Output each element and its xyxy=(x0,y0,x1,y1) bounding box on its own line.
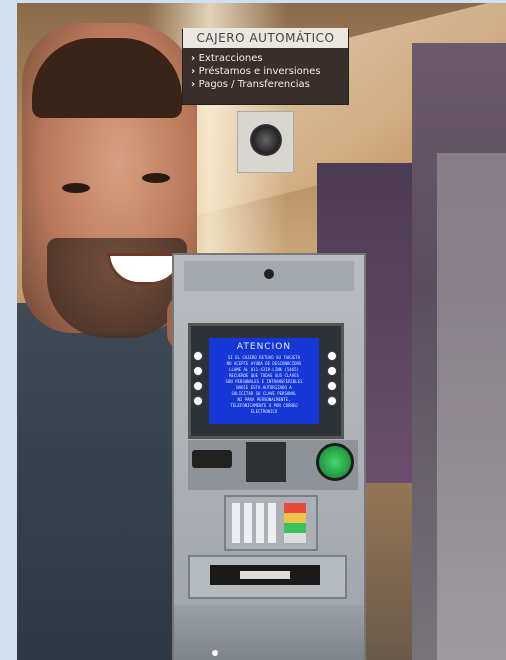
function-button[interactable] xyxy=(193,396,203,406)
sign-item: Préstamos e inversiones xyxy=(191,65,321,78)
screen-line: ELECTRONICO xyxy=(250,409,278,414)
pin-keypad[interactable] xyxy=(224,495,318,551)
function-button[interactable] xyxy=(327,396,337,406)
screen-message: SI EL CAJERO RETUVO SU TARJETA NO ACEPTE… xyxy=(209,352,319,418)
slot-label xyxy=(240,571,290,579)
sign-item: Pagos / Transferencias xyxy=(191,78,320,91)
sign-item: Extracciones xyxy=(191,52,320,65)
security-camera xyxy=(237,111,294,173)
person-face xyxy=(22,23,197,338)
atm-screen: ATENCION SI EL CAJERO RETUVO SU TARJETA … xyxy=(209,338,319,424)
card-area xyxy=(188,440,358,490)
screen-housing: ATENCION SI EL CAJERO RETUVO SU TARJETA … xyxy=(188,323,344,439)
atm-lower-panel xyxy=(174,605,364,660)
right-eye xyxy=(142,173,170,183)
atm-sign: CAJERO AUTOMÁTICO Extracciones Préstamos… xyxy=(182,28,349,105)
function-button[interactable] xyxy=(193,381,203,391)
card-reader[interactable] xyxy=(246,442,286,482)
hair xyxy=(32,38,182,118)
sign-list: Extracciones Préstamos e inversiones Pag… xyxy=(191,52,321,91)
function-keys[interactable] xyxy=(284,503,306,543)
card-insert-button[interactable] xyxy=(316,443,354,481)
receipt-slot[interactable] xyxy=(192,450,232,468)
atm-photo: CAJERO AUTOMÁTICO Extracciones Préstamos… xyxy=(17,3,506,660)
function-button[interactable] xyxy=(327,351,337,361)
status-light-icon xyxy=(212,650,218,656)
sign-title: CAJERO AUTOMÁTICO xyxy=(183,28,348,48)
function-button[interactable] xyxy=(327,381,337,391)
screen-title: ATENCION xyxy=(236,342,292,352)
number-keys[interactable] xyxy=(232,503,278,543)
function-button[interactable] xyxy=(193,366,203,376)
function-button[interactable] xyxy=(327,366,337,376)
function-button[interactable] xyxy=(193,351,203,361)
glass-panel xyxy=(437,153,506,660)
camera-lens-icon xyxy=(250,124,282,156)
atm-camera-icon xyxy=(264,269,274,279)
left-eye xyxy=(62,183,90,193)
cash-dispenser[interactable] xyxy=(188,555,347,599)
image-frame: CAJERO AUTOMÁTICO Extracciones Préstamos… xyxy=(0,0,506,660)
atm-machine: ATENCION SI EL CAJERO RETUVO SU TARJETA … xyxy=(172,253,366,660)
